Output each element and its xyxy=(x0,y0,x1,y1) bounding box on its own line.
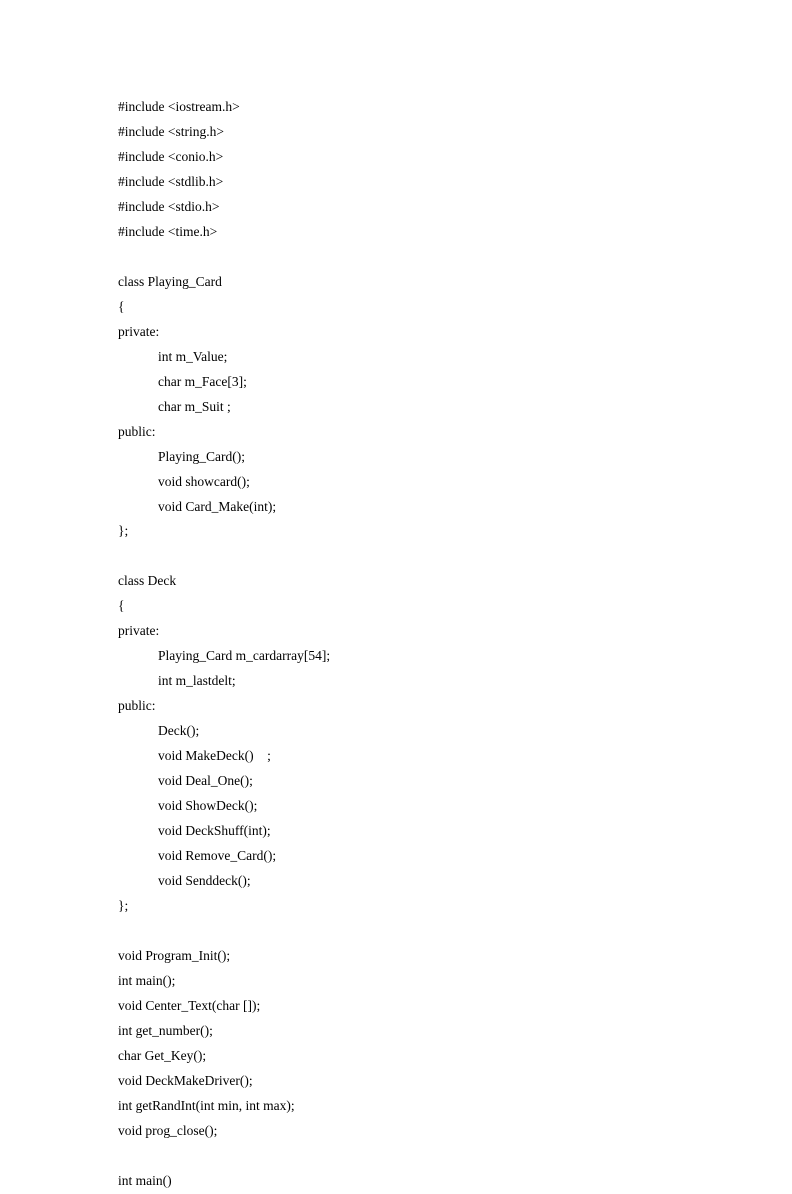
code-line: void DeckShuff(int); xyxy=(118,819,674,844)
code-line: void Deal_One(); xyxy=(118,769,674,794)
code-line: { xyxy=(118,295,674,320)
code-line: int getRandInt(int min, int max); xyxy=(118,1094,674,1119)
code-line: void showcard(); xyxy=(118,470,674,495)
code-line xyxy=(118,1144,674,1169)
code-line: void DeckMakeDriver(); xyxy=(118,1069,674,1094)
code-block: #include <iostream.h>#include <string.h>… xyxy=(118,95,674,1194)
code-line: private: xyxy=(118,320,674,345)
code-line: char Get_Key(); xyxy=(118,1044,674,1069)
code-line: { xyxy=(118,594,674,619)
code-line: void Remove_Card(); xyxy=(118,844,674,869)
code-line xyxy=(118,919,674,944)
code-line: Playing_Card(); xyxy=(118,445,674,470)
code-line: private: xyxy=(118,619,674,644)
code-line: public: xyxy=(118,694,674,719)
code-line: void Card_Make(int); xyxy=(118,495,674,520)
code-line: int main(); xyxy=(118,969,674,994)
code-line: void MakeDeck() ; xyxy=(118,744,674,769)
code-line: class Deck xyxy=(118,569,674,594)
code-line: class Playing_Card xyxy=(118,270,674,295)
code-line: int get_number(); xyxy=(118,1019,674,1044)
code-line: }; xyxy=(118,519,674,544)
code-line: char m_Suit ; xyxy=(118,395,674,420)
code-line: int m_Value; xyxy=(118,345,674,370)
code-line: int main() xyxy=(118,1169,674,1194)
code-line: void Center_Text(char []); xyxy=(118,994,674,1019)
code-line: void prog_close(); xyxy=(118,1119,674,1144)
code-line: void Program_Init(); xyxy=(118,944,674,969)
code-line: Playing_Card m_cardarray[54]; xyxy=(118,644,674,669)
code-line: void ShowDeck(); xyxy=(118,794,674,819)
code-line xyxy=(118,544,674,569)
code-line: char m_Face[3]; xyxy=(118,370,674,395)
code-line: #include <iostream.h> xyxy=(118,95,674,120)
code-line: void Senddeck(); xyxy=(118,869,674,894)
code-line: #include <string.h> xyxy=(118,120,674,145)
code-line: public: xyxy=(118,420,674,445)
code-line: int m_lastdelt; xyxy=(118,669,674,694)
code-line: Deck(); xyxy=(118,719,674,744)
code-line: #include <stdio.h> xyxy=(118,195,674,220)
code-line: #include <stdlib.h> xyxy=(118,170,674,195)
code-line: }; xyxy=(118,894,674,919)
code-line: #include <time.h> xyxy=(118,220,674,245)
code-line xyxy=(118,245,674,270)
code-line: #include <conio.h> xyxy=(118,145,674,170)
